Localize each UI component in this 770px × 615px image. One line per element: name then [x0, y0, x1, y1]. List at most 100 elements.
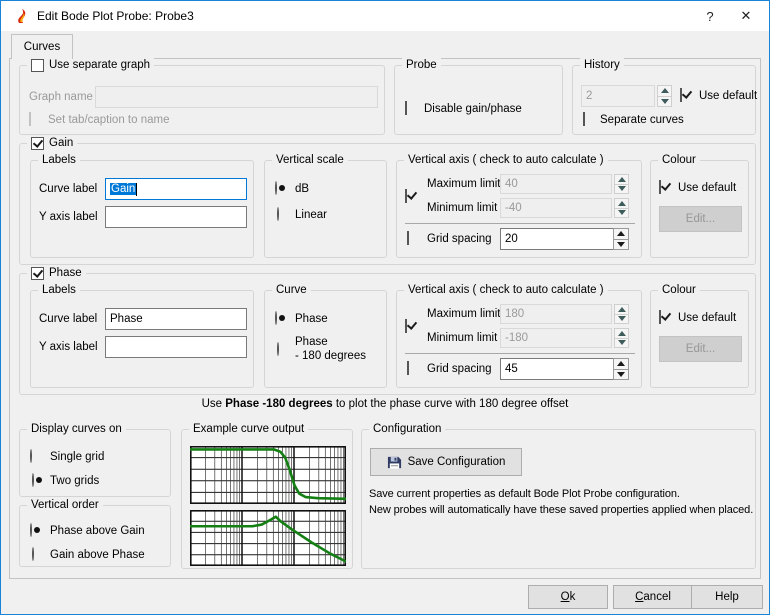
group-gain-labels: Labels Curve label Gain Y axis label [30, 160, 254, 258]
spin-up-button [614, 328, 629, 339]
text-caret [136, 183, 137, 196]
phase-enable-checkbox[interactable] [31, 267, 44, 280]
gain-grid-spacing-checkbox[interactable] [407, 231, 409, 245]
configuration-text-line2: New probes will automatically have these… [369, 504, 753, 516]
group-history: History 2 Use default Separate curves [572, 65, 756, 135]
spin-up-icon [618, 201, 626, 206]
spin-down-button [614, 315, 629, 325]
phase-auto-calc-checkbox[interactable] [405, 319, 407, 333]
spin-down-icon [617, 372, 625, 377]
divider [405, 353, 635, 354]
gain-max-limit-label: Maximum limit [427, 178, 500, 190]
spin-down-button[interactable] [613, 240, 629, 251]
spin-down-icon [618, 340, 626, 345]
spin-up-button[interactable] [613, 228, 629, 240]
single-grid-radio[interactable] [30, 449, 32, 463]
separate-curves-checkbox[interactable] [583, 112, 585, 126]
example-phase-plot [190, 446, 346, 504]
gain-grid-spinner[interactable] [613, 228, 629, 250]
gain-above-phase-radio[interactable] [32, 547, 34, 561]
spin-down-button [614, 185, 629, 195]
history-spinner [657, 85, 672, 107]
phase-grid-spacing-label: Grid spacing [427, 363, 492, 375]
gain-curve-label-label: Curve label [39, 183, 97, 195]
spin-up-button [614, 198, 629, 209]
group-use-separate-graph: Use separate graph Graph name Set tab/ca… [19, 65, 385, 135]
phase-grid-spinner[interactable] [613, 358, 629, 380]
phase-labels-legend: Labels [42, 284, 76, 296]
gain-enable-checkbox[interactable] [31, 137, 44, 150]
spin-down-button[interactable] [613, 370, 629, 381]
history-value-field: 2 [581, 85, 655, 107]
dialog-window: Edit Bode Plot Probe: Probe3 ? ✕ Curves … [0, 0, 770, 615]
phase-max-limit-label: Maximum limit [427, 308, 500, 320]
phase-minus-180-radio[interactable] [277, 342, 279, 356]
phase-min-limit-label: Minimum limit [427, 332, 497, 344]
phase-vertical-axis-legend: Vertical axis ( check to auto calculate … [408, 284, 604, 296]
phase-above-gain-label: Phase above Gain [50, 525, 145, 537]
phase-above-gain-radio[interactable] [30, 523, 32, 537]
close-icon[interactable]: ✕ [729, 1, 763, 31]
spin-up-icon [618, 331, 626, 336]
gain-max-spinner [614, 174, 629, 194]
gain-auto-calc-checkbox[interactable] [405, 189, 407, 203]
spin-up-icon [661, 88, 669, 93]
set-tab-caption-checkbox [29, 112, 31, 126]
spin-up-button [614, 174, 629, 185]
spin-up-button [614, 304, 629, 315]
spin-down-icon [661, 99, 669, 104]
gain-linear-label: Linear [295, 209, 327, 221]
phase-colour-legend: Colour [662, 284, 696, 296]
group-configuration: Configuration Save Configuration Save cu… [361, 429, 756, 569]
graph-name-label: Graph name [29, 91, 93, 103]
gain-db-radio[interactable] [275, 181, 277, 195]
group-phase-labels: Labels Curve label Phase Y axis label [30, 290, 254, 388]
phase-grid-spacing-checkbox[interactable] [407, 361, 409, 375]
vertical-order-legend: Vertical order [31, 499, 99, 511]
tab-curves[interactable]: Curves [11, 34, 73, 59]
phase-minus-180-label-line1: Phase [295, 336, 328, 348]
use-separate-graph-checkbox[interactable] [31, 59, 44, 72]
spin-up-icon [617, 231, 625, 236]
set-tab-caption-label: Set tab/caption to name [48, 114, 169, 126]
phase-yaxis-label-input[interactable] [105, 336, 247, 358]
group-vertical-order: Vertical order Phase above Gain Gain abo… [19, 505, 171, 567]
save-configuration-button[interactable]: Save Configuration [370, 448, 522, 476]
spin-down-button [614, 209, 629, 219]
gain-yaxis-label-input[interactable] [105, 206, 247, 228]
phase-colour-use-default-checkbox[interactable] [659, 310, 661, 324]
group-display-curves: Display curves on Single grid Two grids [19, 429, 171, 497]
gain-db-label: dB [295, 183, 309, 195]
app-icon [13, 8, 29, 24]
phase-radio[interactable] [275, 311, 277, 325]
probe-legend: Probe [406, 59, 437, 71]
spin-up-icon [618, 177, 626, 182]
help-icon[interactable]: ? [693, 1, 727, 31]
gain-yaxis-label-label: Y axis label [39, 211, 98, 223]
phase-offset-note: Use Phase -180 degrees to plot the phase… [1, 398, 769, 410]
gain-vertical-axis-legend: Vertical axis ( check to auto calculate … [408, 154, 604, 166]
window-title: Edit Bode Plot Probe: Probe3 [37, 9, 194, 23]
ok-button[interactable]: Ok [528, 585, 608, 609]
gain-colour-use-default-checkbox[interactable] [659, 180, 661, 194]
disable-gain-phase-checkbox[interactable] [405, 101, 407, 115]
spin-up-button[interactable] [613, 358, 629, 370]
two-grids-radio[interactable] [32, 473, 34, 487]
spin-down-icon [618, 186, 626, 191]
help-button[interactable]: Help [691, 585, 763, 609]
history-use-default-checkbox[interactable] [680, 88, 682, 102]
title-bar: Edit Bode Plot Probe: Probe3 ? ✕ [1, 1, 769, 31]
gain-grid-spacing-field[interactable]: 20 [500, 228, 614, 250]
phase-grid-spacing-field[interactable]: 45 [500, 358, 614, 380]
history-legend: History [584, 59, 620, 71]
group-phase: Phase Labels Curve label Phase Y axis la… [19, 273, 756, 395]
group-example-curve-output: Example curve output [181, 429, 353, 569]
gain-linear-radio[interactable] [277, 207, 279, 221]
spin-up-button [657, 85, 672, 97]
phase-curve-legend: Curve [276, 284, 307, 296]
phase-curve-label-label: Curve label [39, 313, 97, 325]
phase-yaxis-label-label: Y axis label [39, 341, 98, 353]
gain-curve-label-input[interactable]: Gain [105, 178, 247, 200]
phase-curve-label-input[interactable]: Phase [105, 308, 247, 330]
cancel-button[interactable]: Cancel [613, 585, 693, 609]
